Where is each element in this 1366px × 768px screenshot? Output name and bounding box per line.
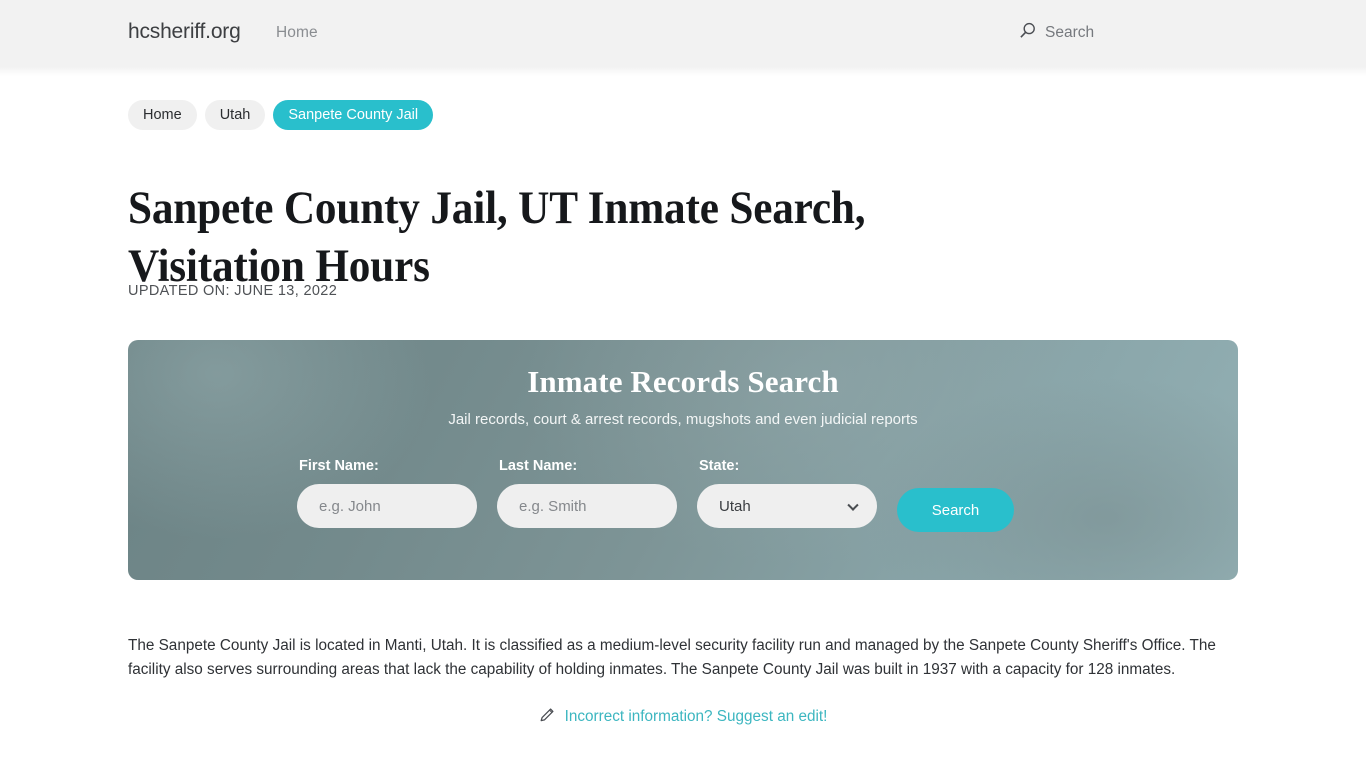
- search-button[interactable]: Search: [897, 488, 1014, 532]
- pencil-icon: [539, 706, 556, 728]
- facility-description: The Sanpete County Jail is located in Ma…: [128, 637, 1216, 679]
- state-field-group: State: Utah: [697, 458, 877, 528]
- search-icon: [1019, 22, 1036, 44]
- nav-item-home[interactable]: Home: [276, 24, 318, 42]
- site-brand[interactable]: hcsheriff.org: [128, 20, 241, 44]
- state-label: State:: [699, 458, 740, 474]
- last-name-label: Last Name:: [499, 458, 578, 474]
- hero-subtitle: Jail records, court & arrest records, mu…: [448, 411, 918, 428]
- breadcrumb-item-utah[interactable]: Utah: [204, 100, 266, 130]
- page-title: Sanpete County Jail, UT Inmate Search, V…: [128, 182, 866, 293]
- breadcrumb: Home Utah Sanpete County Jail: [128, 100, 434, 130]
- updated-date: UPDATED ON: JUNE 13, 2022: [128, 283, 338, 299]
- suggest-edit-row[interactable]: Incorrect information? Suggest an edit!: [0, 706, 1366, 728]
- inmate-records-search-panel: Inmate Records Search Jail records, cour…: [128, 340, 1238, 580]
- first-name-input[interactable]: [297, 484, 477, 528]
- last-name-field-group: Last Name:: [497, 458, 677, 528]
- header-shadow: [0, 66, 1366, 76]
- suggest-edit-link[interactable]: Incorrect information? Suggest an edit!: [565, 708, 828, 726]
- chevron-down-icon: [847, 499, 859, 511]
- hero-title: Inmate Records Search: [527, 364, 839, 399]
- last-name-input[interactable]: [497, 484, 677, 528]
- header-search[interactable]: Search: [1019, 22, 1094, 44]
- state-select-value: Utah: [719, 497, 751, 515]
- first-name-label: First Name:: [299, 458, 379, 474]
- breadcrumb-item-current[interactable]: Sanpete County Jail: [273, 100, 434, 130]
- breadcrumb-item-home[interactable]: Home: [128, 100, 197, 130]
- header-search-label: Search: [1045, 24, 1095, 41]
- first-name-field-group: First Name:: [297, 458, 477, 528]
- inmate-search-form: First Name: Last Name: State: Utah Searc…: [297, 458, 1014, 532]
- state-select[interactable]: Utah: [697, 484, 877, 528]
